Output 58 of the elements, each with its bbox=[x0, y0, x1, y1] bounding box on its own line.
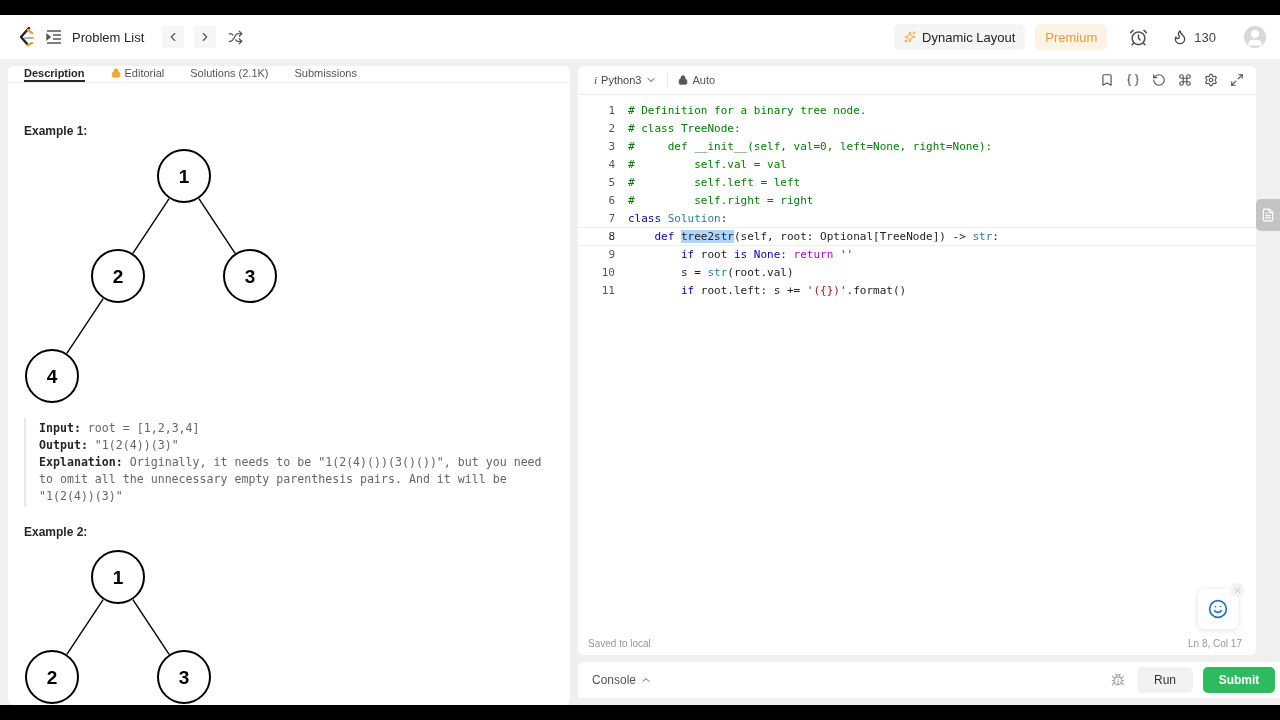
tree-edge bbox=[198, 197, 236, 255]
logo-icon[interactable] bbox=[18, 27, 36, 47]
panel-tab[interactable]: Description bbox=[24, 66, 85, 82]
tree-edge bbox=[66, 598, 104, 656]
dynamic-layout-button[interactable]: Dynamic Layout bbox=[894, 24, 1026, 50]
settings-icon[interactable] bbox=[1204, 73, 1218, 87]
tree-node: 4 bbox=[25, 349, 79, 403]
tree-node: 2 bbox=[91, 249, 145, 303]
problem-list-title[interactable]: Problem List bbox=[72, 29, 145, 45]
command-icon[interactable] bbox=[1178, 73, 1192, 87]
lock-icon bbox=[678, 75, 689, 85]
panel-tab[interactable]: Submissions bbox=[294, 66, 357, 82]
code-line: 10 s = str(root.val) bbox=[600, 265, 795, 281]
code-line: 8 def tree2str(self, root: Optional[TreeNode]) -> str: bbox=[578, 227, 1256, 246]
panel-tab[interactable]: Editorial bbox=[110, 66, 165, 82]
reset-icon[interactable] bbox=[1152, 73, 1166, 87]
code-line: 6 # self.right = right bbox=[607, 193, 815, 209]
example-text: Explanation: Originally, it needs to be "1(2(4)())(3()())", but you need to omit all the unnecessary empty parenthesis pairs. And it will be "1(2(4))(3)" bbox=[39, 454, 543, 505]
save-status: Saved to local bbox=[588, 637, 651, 649]
code-line: 4 # self.val = val bbox=[607, 157, 788, 173]
code-line: 2 # class TreeNode: bbox=[607, 121, 742, 137]
example-text: Output: "1(2(4))(3)" bbox=[39, 437, 180, 454]
braces-icon[interactable] bbox=[1126, 73, 1140, 87]
tree-edge bbox=[66, 297, 104, 355]
document-icon bbox=[1261, 208, 1275, 222]
smiley-icon bbox=[1208, 599, 1228, 619]
panel-tab[interactable]: Solutions (2.1K) bbox=[190, 66, 269, 82]
example-title: Example 2: bbox=[24, 525, 89, 539]
sparkle-icon bbox=[904, 31, 917, 43]
tree-node: 3 bbox=[157, 650, 211, 704]
code-line: 3 # def __init__(self, val=0, left=None, right=None): bbox=[607, 139, 994, 155]
tree-node: 3 bbox=[223, 249, 277, 303]
code-line: 5 # self.left = left bbox=[607, 175, 802, 191]
language-select[interactable]: i Python3 bbox=[594, 74, 658, 86]
cursor-position: Ln 8, Col 17 bbox=[1188, 637, 1242, 649]
example-text: Input: root = [1,2,3,4] bbox=[39, 420, 201, 437]
streak-counter[interactable]: 130 bbox=[1170, 27, 1218, 47]
feedback-button[interactable] bbox=[1198, 589, 1238, 629]
tree-node: 1 bbox=[91, 550, 145, 604]
previous-button[interactable] bbox=[162, 26, 185, 48]
console-toggle[interactable]: Console bbox=[592, 673, 653, 687]
code-line: 11 if root.left: s += '({})'.format() bbox=[600, 283, 908, 299]
bookmark-icon[interactable] bbox=[1100, 73, 1114, 87]
list-icon[interactable] bbox=[46, 30, 62, 44]
next-button[interactable] bbox=[194, 26, 217, 48]
tree-node: 2 bbox=[25, 650, 79, 704]
example-title: Example 1: bbox=[24, 124, 89, 138]
code-line: 7 class Solution: bbox=[607, 211, 729, 227]
expand-icon[interactable] bbox=[1230, 73, 1244, 87]
code-line: 1 # Definition for a binary tree node. bbox=[607, 103, 868, 119]
tree-edge bbox=[132, 197, 170, 255]
tree-node: 1 bbox=[157, 149, 211, 203]
close-icon bbox=[1232, 585, 1242, 595]
auto-mode-label[interactable]: Auto bbox=[678, 74, 716, 86]
shuffle-icon bbox=[228, 29, 244, 45]
code-line: 9 if root is None: return '' bbox=[607, 247, 855, 263]
tree-edge bbox=[132, 598, 170, 656]
run-button[interactable]: Run bbox=[1137, 667, 1193, 693]
